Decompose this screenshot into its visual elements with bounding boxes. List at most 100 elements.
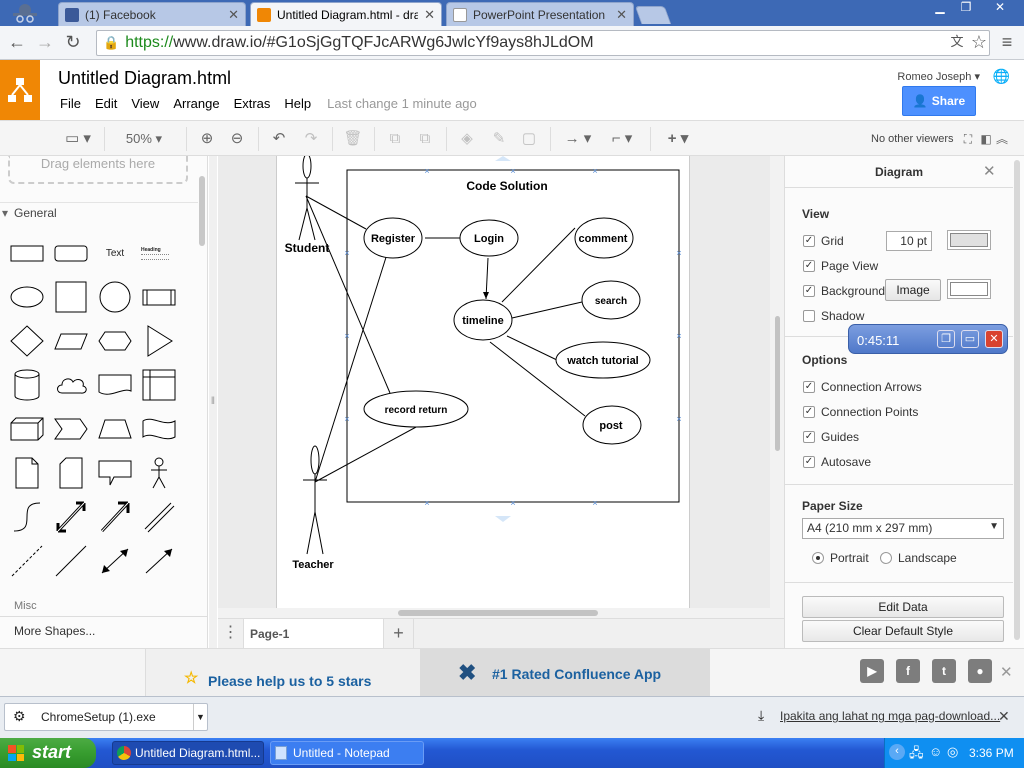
clock[interactable]: 3:36 PM bbox=[969, 746, 1014, 760]
guides-checkbox[interactable]: ✓ bbox=[803, 431, 815, 443]
back-button[interactable]: ← bbox=[6, 32, 28, 54]
grid-color-swatch[interactable] bbox=[947, 230, 991, 250]
zoom-out-icon[interactable]: ⊖ bbox=[226, 129, 248, 149]
shape-diamond[interactable] bbox=[9, 325, 45, 357]
shadow-option[interactable]: Shadow bbox=[803, 309, 864, 323]
tab-page-1[interactable]: Page-1 bbox=[244, 619, 384, 649]
shape-line[interactable] bbox=[53, 545, 89, 577]
minimize-window-button[interactable]: ▁ bbox=[930, 1, 950, 15]
delete-icon[interactable]: 🗑 bbox=[342, 129, 364, 149]
shape-document[interactable] bbox=[97, 370, 133, 400]
connection-style-icon[interactable]: → ▾ bbox=[560, 129, 596, 149]
tab-facebook[interactable]: (1) Facebook ✕ bbox=[58, 2, 246, 26]
tray-expand-icon[interactable]: ‹ bbox=[889, 744, 905, 760]
show-all-downloads-link[interactable]: Ipakita ang lahat ng mga pag-download... bbox=[780, 709, 1000, 723]
actor-teacher[interactable] bbox=[303, 445, 327, 555]
autosave-option[interactable]: ✓ Autosave bbox=[803, 455, 871, 469]
undo-icon[interactable]: ↶ bbox=[268, 129, 290, 149]
shape-trapezoid[interactable] bbox=[97, 414, 133, 444]
close-window-button[interactable]: ✕ bbox=[990, 1, 1010, 15]
shape-dashed-line[interactable] bbox=[9, 545, 45, 577]
close-tab-icon[interactable]: ✕ bbox=[424, 7, 435, 23]
more-shapes-button[interactable]: More Shapes... bbox=[0, 616, 207, 648]
scroll-thumb[interactable] bbox=[398, 610, 598, 616]
shape-arrow[interactable] bbox=[97, 501, 133, 533]
reload-button[interactable]: ↻ bbox=[62, 32, 84, 54]
hover-arrow-down[interactable] bbox=[495, 516, 511, 522]
menu-extras[interactable]: Extras bbox=[234, 96, 271, 111]
restore-icon[interactable]: ❐ bbox=[937, 330, 955, 348]
shape-tape[interactable] bbox=[141, 414, 177, 444]
document-title[interactable]: Untitled Diagram.html bbox=[58, 68, 231, 89]
canvas-vertical-scrollbar[interactable] bbox=[770, 156, 784, 608]
redo-icon[interactable]: ↷ bbox=[300, 129, 322, 149]
download-item[interactable]: ⚙ ChromeSetup (1).exe ▼ bbox=[4, 703, 208, 731]
taskbar-item-notepad[interactable]: Untitled - Notepad bbox=[270, 741, 424, 765]
close-icon[interactable]: ✕ bbox=[998, 708, 1010, 725]
portrait-option[interactable]: Portrait bbox=[812, 551, 869, 565]
waypoints-icon[interactable]: ⌐ ▾ bbox=[604, 129, 640, 149]
diagram-page[interactable]: Code Solution × × × × × × × × × × × × St… bbox=[276, 156, 690, 608]
translate-icon[interactable]: 文 bbox=[946, 32, 968, 54]
close-tab-icon[interactable]: ✕ bbox=[616, 7, 627, 23]
network-icon[interactable]: 🖧 bbox=[909, 744, 924, 766]
use-case-comment[interactable]: comment bbox=[579, 233, 628, 245]
format-panel-toggle-icon[interactable]: ▭ ▾ bbox=[60, 129, 96, 149]
shape-heading[interactable]: Heading bbox=[141, 238, 177, 268]
shape-step[interactable] bbox=[53, 414, 89, 444]
paper-size-select[interactable]: A4 (210 mm x 297 mm) ▼ bbox=[802, 518, 1004, 539]
menu-file[interactable]: File bbox=[60, 96, 81, 111]
use-case-login[interactable]: Login bbox=[474, 233, 504, 245]
share-button[interactable]: 👤 Share bbox=[902, 86, 976, 116]
pages-menu-button[interactable]: ⋮ bbox=[218, 619, 244, 649]
facebook-icon[interactable]: f bbox=[896, 659, 920, 683]
page-view-checkbox[interactable]: ✓ bbox=[803, 260, 815, 272]
background-color-swatch[interactable] bbox=[947, 279, 991, 299]
menu-arrange[interactable]: Arrange bbox=[173, 96, 219, 111]
shape-cloud[interactable] bbox=[53, 370, 89, 400]
autosave-checkbox[interactable]: ✓ bbox=[803, 456, 815, 468]
landscape-option[interactable]: Landscape bbox=[880, 551, 957, 565]
menu-edit[interactable]: Edit bbox=[95, 96, 117, 111]
use-case-register[interactable]: Register bbox=[371, 233, 416, 245]
shape-parallelogram[interactable] bbox=[53, 326, 89, 356]
shape-curve[interactable] bbox=[9, 502, 45, 532]
shape-bidirectional-arrow[interactable] bbox=[53, 501, 89, 533]
use-case-search[interactable]: search bbox=[595, 296, 627, 307]
shape-square[interactable] bbox=[53, 281, 89, 313]
add-page-button[interactable]: + bbox=[384, 619, 414, 649]
misc-section-header[interactable]: Misc bbox=[0, 600, 37, 612]
shape-circle[interactable] bbox=[97, 281, 133, 313]
diagram-svg[interactable]: Code Solution × × × × × × × × × × × × St… bbox=[277, 156, 691, 608]
tab-draw-io[interactable]: Untitled Diagram.html - draw ✕ bbox=[250, 2, 442, 26]
line-color-icon[interactable]: ✎ bbox=[488, 129, 510, 149]
connection-arrows-checkbox[interactable]: ✓ bbox=[803, 381, 815, 393]
zoom-in-icon[interactable]: ⊕ bbox=[196, 129, 218, 149]
hover-arrow-up[interactable] bbox=[495, 156, 511, 161]
canvas-horizontal-scrollbar[interactable] bbox=[218, 608, 784, 618]
use-case-timeline[interactable]: timeline bbox=[462, 315, 504, 327]
use-case-record-return[interactable]: record return bbox=[385, 405, 448, 416]
shadow-icon[interactable]: ▢ bbox=[518, 129, 540, 149]
grid-size-input[interactable]: 10 pt bbox=[886, 231, 932, 251]
shape-callout[interactable] bbox=[97, 458, 133, 488]
insert-plus-icon[interactable]: + ▾ bbox=[660, 129, 696, 149]
background-option[interactable]: ✓ Background bbox=[803, 284, 885, 298]
twitter-icon[interactable]: t bbox=[932, 659, 956, 683]
messenger-icon[interactable]: ☺ bbox=[929, 744, 942, 759]
to-back-icon[interactable]: ⧉ bbox=[414, 129, 436, 149]
scratchpad-drop-zone[interactable]: Drag elements here bbox=[8, 156, 188, 184]
sidebar-splitter[interactable]: ‖ bbox=[209, 156, 217, 648]
menu-view[interactable]: View bbox=[131, 96, 159, 111]
close-icon[interactable]: ✕ bbox=[985, 330, 1003, 348]
shadow-checkbox[interactable] bbox=[803, 310, 815, 322]
shape-cube[interactable] bbox=[9, 414, 45, 444]
taskbar-item-chrome[interactable]: Untitled Diagram.html... bbox=[112, 741, 264, 765]
format-panel-scrollbar[interactable] bbox=[1014, 160, 1020, 640]
close-icon[interactable]: ✕ bbox=[1000, 663, 1013, 681]
address-bar[interactable]: 🔒 https:// www.draw.io/#G1oSjGgTQFJcARWg… bbox=[96, 30, 990, 56]
shape-triangle[interactable] bbox=[141, 325, 177, 357]
portrait-radio[interactable] bbox=[812, 552, 824, 564]
chrome-menu-icon[interactable]: ≡ bbox=[996, 32, 1018, 54]
guides-option[interactable]: ✓ Guides bbox=[803, 430, 859, 444]
